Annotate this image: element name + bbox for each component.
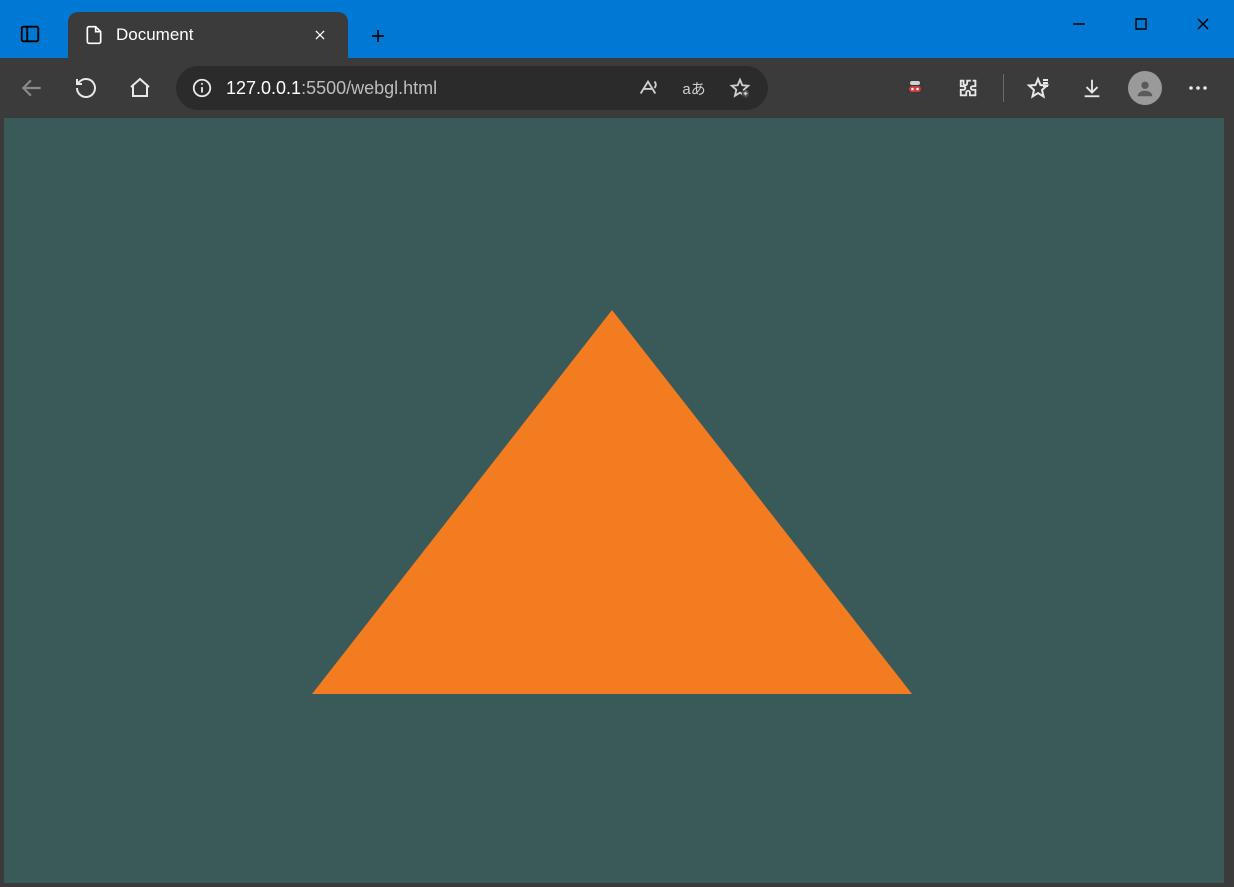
- arrow-left-icon: [19, 75, 45, 101]
- robot-icon: [903, 76, 927, 100]
- download-icon: [1081, 77, 1103, 99]
- site-info-button[interactable]: [190, 76, 214, 100]
- close-icon: [1196, 17, 1210, 31]
- nav-back-button[interactable]: [6, 64, 58, 112]
- favorites-button[interactable]: [1012, 64, 1064, 112]
- url-text[interactable]: 127.0.0.1:5500/webgl.html: [226, 78, 618, 99]
- profile-button[interactable]: [1128, 71, 1162, 105]
- ellipsis-icon: [1186, 76, 1210, 100]
- toolbar-divider: [1003, 74, 1004, 102]
- maximize-icon: [1134, 17, 1148, 31]
- browser-tab-active[interactable]: Document: [68, 12, 348, 58]
- refresh-icon: [74, 76, 98, 100]
- tab-actions-button[interactable]: [10, 14, 50, 54]
- content-area-wrap: [0, 118, 1234, 887]
- person-icon: [1134, 77, 1156, 99]
- nav-home-button[interactable]: [114, 64, 166, 112]
- toolbar-right: [889, 64, 1228, 112]
- star-plus-icon: [729, 77, 751, 99]
- new-tab-button[interactable]: [358, 16, 398, 56]
- document-icon: [84, 24, 104, 46]
- url-rest: :5500/webgl.html: [301, 78, 437, 98]
- orange-triangle: [312, 310, 912, 694]
- translate-icon: aあ: [682, 78, 705, 99]
- puzzle-icon: [958, 77, 980, 99]
- extensions-menu-button[interactable]: [943, 64, 995, 112]
- tab-title: Document: [116, 25, 294, 45]
- read-aloud-icon: [637, 77, 659, 99]
- browser-titlebar: Document: [0, 0, 1234, 58]
- nav-refresh-button[interactable]: [60, 64, 112, 112]
- tab-close-button[interactable]: [306, 21, 334, 49]
- window-controls: [1048, 0, 1234, 48]
- star-list-icon: [1026, 76, 1050, 100]
- browser-toolbar: 127.0.0.1:5500/webgl.html aあ: [0, 58, 1234, 118]
- extension-button[interactable]: [889, 64, 941, 112]
- tab-actions-icon: [19, 23, 41, 45]
- downloads-button[interactable]: [1066, 64, 1118, 112]
- home-icon: [128, 76, 152, 100]
- address-bar[interactable]: 127.0.0.1:5500/webgl.html aあ: [176, 66, 768, 110]
- translate-button[interactable]: aあ: [676, 70, 712, 106]
- window-minimize-button[interactable]: [1048, 0, 1110, 48]
- more-menu-button[interactable]: [1172, 64, 1224, 112]
- add-favorite-button[interactable]: [722, 70, 758, 106]
- vertical-scrollbar[interactable]: [1224, 118, 1234, 883]
- read-aloud-button[interactable]: [630, 70, 666, 106]
- window-close-button[interactable]: [1172, 0, 1234, 48]
- minimize-icon: [1072, 17, 1086, 31]
- page-canvas: [4, 118, 1224, 883]
- url-host: 127.0.0.1: [226, 78, 301, 98]
- address-bar-actions: aあ: [630, 70, 758, 106]
- plus-icon: [369, 27, 387, 45]
- window-maximize-button[interactable]: [1110, 0, 1172, 48]
- close-icon: [313, 28, 327, 42]
- tab-strip: Document: [0, 0, 398, 58]
- info-icon: [191, 77, 213, 99]
